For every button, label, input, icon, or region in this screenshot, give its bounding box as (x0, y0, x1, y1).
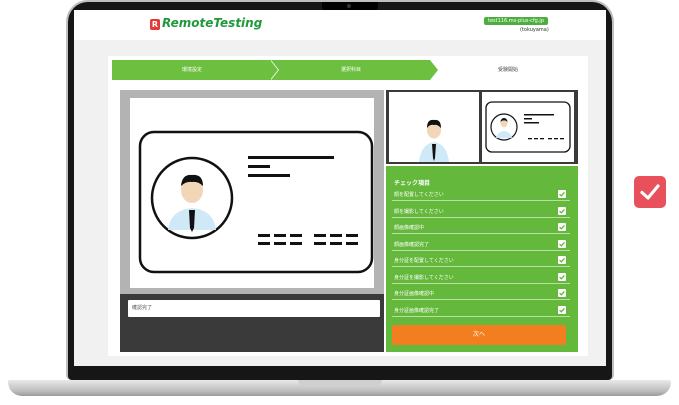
user-email-badge[interactable]: test116.ms-plus-cfg.jp (484, 17, 548, 25)
check-badge (634, 176, 666, 208)
checklist-title: チェック項目 (394, 180, 431, 187)
check-icon (559, 257, 565, 263)
check-icon (559, 307, 565, 313)
checklist-item-label: 顔を撮影してください (394, 209, 444, 215)
checklist-checkbox[interactable] (558, 273, 566, 281)
laptop-screen: R RemoteTesting test116.ms-plus-cfg.jp (… (74, 10, 606, 366)
checklist-checkbox[interactable] (558, 256, 566, 264)
check-icon (559, 274, 565, 280)
id-card-preview (130, 98, 374, 288)
laptop-hinge-notch (298, 380, 382, 386)
logo-mark: R (150, 19, 160, 30)
check-icon (559, 208, 565, 214)
checklist-checkbox[interactable] (558, 240, 566, 248)
checklist-checkbox[interactable] (558, 289, 566, 297)
status-field[interactable]: 確認完了 (128, 300, 380, 317)
check-icon (640, 184, 660, 200)
logo-text: RemoteTesting (162, 16, 263, 30)
checklist-checkbox[interactable] (558, 207, 566, 215)
step-subject: 選択科目 (272, 60, 430, 80)
check-icon (559, 224, 565, 230)
checklist-item-label: 身分証を撮影してください (394, 275, 454, 281)
checklist-item-label: 身分証画像確認中 (394, 291, 435, 297)
partial-text-glyph: 「 (673, 182, 679, 211)
checklist-checkbox[interactable] (558, 223, 566, 231)
checklist-checkbox[interactable] (558, 190, 566, 198)
checklist-item-label: 顔画像確認完了 (394, 242, 430, 248)
checklist-item-label: 身分証画像確認完了 (394, 308, 440, 314)
check-icon (559, 191, 565, 197)
id-card-illustration (138, 130, 374, 274)
check-icon (559, 290, 565, 296)
step-arrow-icon (430, 60, 438, 80)
user-name: (tokuyama) (520, 27, 549, 33)
step-exam-start: 受験開始 (430, 60, 586, 80)
step-arrow-icon (270, 60, 278, 80)
webcam-icon (347, 4, 351, 8)
checklist-checkbox[interactable] (558, 306, 566, 314)
checklist-item-label: 顔を配置してください (394, 192, 444, 198)
step-environment: 環境設定 (112, 60, 272, 80)
checklist-item-label: 顔画像確認中 (394, 225, 425, 231)
check-icon (559, 241, 565, 247)
face-camera-preview (389, 92, 479, 162)
next-button[interactable]: 次へ (392, 325, 566, 345)
id-camera-preview (482, 92, 574, 162)
checklist-item-label: 身分証を配置してください (394, 258, 454, 264)
